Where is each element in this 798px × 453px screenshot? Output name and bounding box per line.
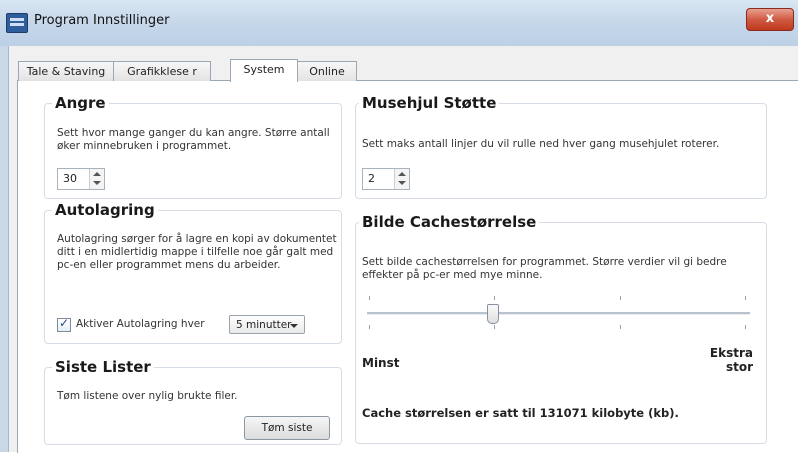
autosave-checkbox[interactable] [57,316,71,332]
autosave-description: Autolagring sørger for å lagre en kopi a… [57,233,337,271]
slider-tick [620,296,621,300]
stepper-arrows[interactable] [89,169,104,189]
close-button[interactable]: x [746,8,794,31]
recent-description: Tøm listene over nylig brukte filer. [57,390,238,402]
stepper-up-icon[interactable] [93,172,101,176]
undo-title: Angre [52,94,109,112]
slider-tick [745,325,746,329]
mousewheel-description: Sett maks antall linjer du vil rulle ned… [362,138,720,150]
slider-tick [620,325,621,329]
cache-description: Sett bilde cachestørrelsen for programme… [362,256,727,281]
tab-system[interactable]: System [230,59,298,82]
clear-recent-button[interactable]: Tøm siste [244,416,330,440]
mousewheel-group [355,103,767,199]
undo-description: Sett hvor mange ganger du kan angre. Stø… [57,127,330,152]
app-icon [6,13,28,33]
cache-max-label-line2: stor [725,360,753,374]
stepper-down-icon[interactable] [398,181,406,185]
window-title: Program Innstillinger [34,13,170,28]
window-frame-left [0,46,8,452]
mousewheel-stepper[interactable]: 2 [362,168,410,190]
cache-slider-thumb[interactable] [487,304,500,324]
chevron-down-icon [290,324,298,328]
cache-status-text: Cache størrelsen er satt til 131071 kilo… [362,406,679,420]
autosave-interval-value: 5 minutter [236,319,292,331]
undo-value: 30 [63,172,77,185]
title-bar: Program Innstillinger x [0,0,798,46]
tab-online[interactable]: Online [297,61,357,81]
undo-stepper[interactable]: 30 [57,168,105,190]
slider-tick [494,296,495,300]
recent-title: Siste Lister [52,358,154,376]
slider-tick [369,296,370,300]
autosave-title: Autolagring [52,201,158,219]
cache-title: Bilde Cachestørrelse [359,213,540,231]
slider-tick [494,325,495,329]
tab-grafikklese r[interactable]: Grafikklese r [113,61,211,81]
autosave-interval-select[interactable]: 5 minutter [229,315,305,334]
cache-max-label-line1: Ekstra [709,346,753,360]
stepper-arrows[interactable] [394,169,409,189]
cache-slider-track[interactable] [367,312,750,315]
tab-tale-staving[interactable]: Tale & Staving [18,61,114,81]
stepper-down-icon[interactable] [93,181,101,185]
slider-tick [745,296,746,300]
slider-tick [369,325,370,329]
cache-max-label: Ekstra stor [707,346,753,374]
mousewheel-title: Musehjul Støtte [359,94,500,112]
cache-min-label: Minst [362,356,400,370]
stepper-up-icon[interactable] [398,172,406,176]
autosave-checkbox-label: Aktiver Autolagring hver [76,318,205,330]
mousewheel-value: 2 [368,172,375,185]
